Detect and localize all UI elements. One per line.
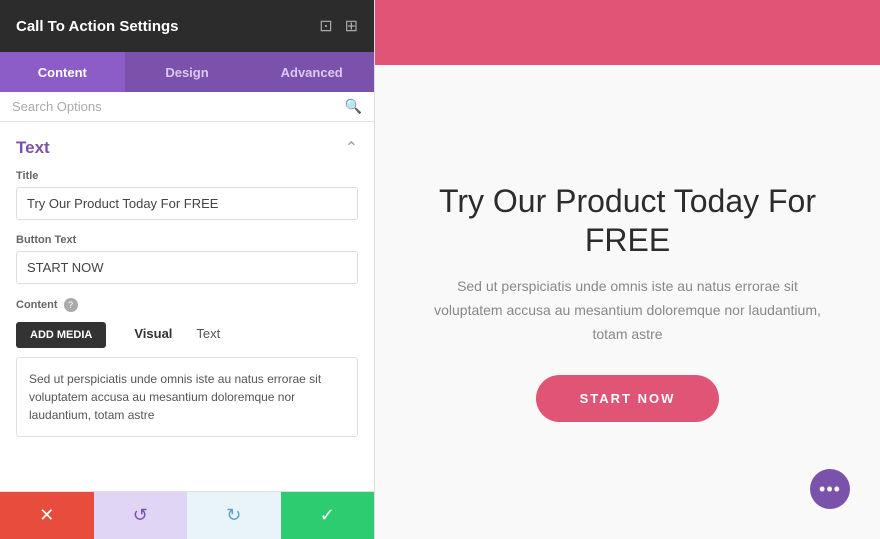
preview-title: Try Our Product Today For FREE <box>423 182 832 259</box>
section-collapse-icon[interactable]: ⌃ <box>345 138 358 158</box>
visual-tab[interactable]: Visual <box>122 320 184 349</box>
button-text-input[interactable] <box>16 251 358 284</box>
panel-header-icons: ⊡ ⊞ <box>319 16 358 36</box>
text-section-title: Text <box>16 138 50 158</box>
content-label-row: Content ? <box>16 298 358 312</box>
title-field-group: Title <box>16 170 358 220</box>
content-field-group: Content ? ADD MEDIA Visual Text Sed ut p… <box>16 298 358 437</box>
panel-title: Call To Action Settings <box>16 18 179 35</box>
columns-icon[interactable]: ⊞ <box>345 16 358 36</box>
add-media-button[interactable]: ADD MEDIA <box>16 322 106 348</box>
preview-subtitle: Sed ut perspiciatis unde omnis iste au n… <box>423 275 832 346</box>
reset-button[interactable]: ↺ <box>94 492 188 539</box>
search-icon: 🔍 <box>345 98 362 115</box>
expand-icon[interactable]: ⊡ <box>319 16 332 36</box>
help-icon[interactable]: ? <box>64 298 78 312</box>
text-tab[interactable]: Text <box>184 320 232 349</box>
tab-advanced[interactable]: Advanced <box>249 52 374 92</box>
content-editor[interactable]: Sed ut perspiciatis unde omnis iste au n… <box>16 357 358 437</box>
tab-design[interactable]: Design <box>125 52 250 92</box>
panel-header: Call To Action Settings ⊡ ⊞ <box>0 0 374 52</box>
tab-content[interactable]: Content <box>0 52 125 92</box>
search-input[interactable] <box>12 99 337 114</box>
floating-dots-button[interactable]: ••• <box>810 469 850 509</box>
text-section-header: Text ⌃ <box>16 138 358 158</box>
preview-panel: Try Our Product Today For FREE Sed ut pe… <box>375 0 880 539</box>
panel-body: Text ⌃ Title Button Text Content ? ADD M… <box>0 122 374 491</box>
confirm-button[interactable]: ✓ <box>281 492 375 539</box>
title-input[interactable] <box>16 187 358 220</box>
panel-footer: ✕ ↺ ↻ ✓ <box>0 491 374 539</box>
preview-cta-button[interactable]: START NOW <box>536 375 720 422</box>
panel-tabs: Content Design Advanced <box>0 52 374 92</box>
preview-top-bar <box>375 0 880 65</box>
content-label: Content <box>16 299 58 311</box>
search-bar: 🔍 <box>0 92 374 122</box>
button-text-field-group: Button Text <box>16 234 358 284</box>
settings-panel: Call To Action Settings ⊡ ⊞ Content Desi… <box>0 0 375 539</box>
button-text-label: Button Text <box>16 234 358 246</box>
editor-toolbar: ADD MEDIA Visual Text <box>16 320 358 349</box>
editor-view-tabs: Visual Text <box>122 320 232 349</box>
title-label: Title <box>16 170 358 182</box>
cancel-button[interactable]: ✕ <box>0 492 94 539</box>
redo-button[interactable]: ↻ <box>187 492 281 539</box>
preview-content: Try Our Product Today For FREE Sed ut pe… <box>375 65 880 539</box>
